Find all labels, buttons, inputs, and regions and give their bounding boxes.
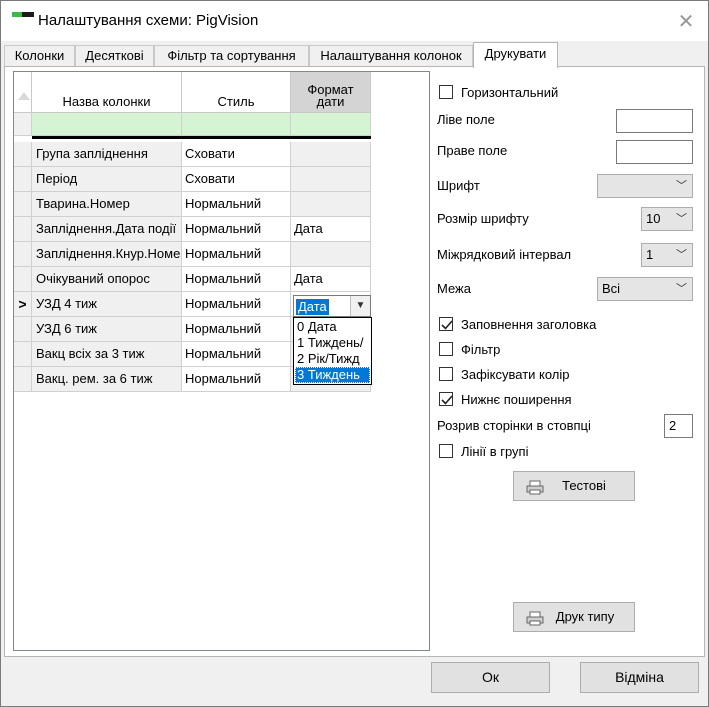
header-style[interactable]: Стиль [182,72,291,113]
chevron-down-icon: ﹀ [676,283,687,295]
border-label: Межа [437,281,471,296]
header-date-format[interactable]: Формат дати [291,72,371,113]
dropdown-option-selected[interactable]: 3 Тиждень [295,367,370,383]
filter-checkbox[interactable] [439,342,453,356]
chevron-down-icon: ﹀ [676,249,687,261]
print-tab-page: Назва колонки Стиль Формат дати Група зап… [4,66,705,657]
horizontal-checkbox[interactable] [439,85,453,99]
close-icon[interactable]: ✕ [674,10,698,34]
font-select[interactable]: ﹀ [597,174,693,198]
window-title: Налаштування схеми: PigVision [38,12,259,29]
line-spacing-select[interactable]: 1 ﹀ [641,243,693,267]
left-margin-input[interactable] [616,109,693,133]
tab-columns[interactable]: Колонки [4,45,75,67]
font-size-label: Розмір шрифту [437,211,529,226]
fix-color-label: Зафіксувати колір [461,367,570,382]
tab-print[interactable]: Друкувати [473,42,558,68]
row-header-corner [14,72,32,113]
right-margin-label: Праве поле [437,143,508,158]
border-select[interactable]: Всі ﹀ [597,277,693,301]
font-label: Шрифт [437,178,480,193]
dropdown-option[interactable]: 1 Тиждень/ [295,335,370,351]
current-row-arrow-icon: > [14,292,32,317]
chevron-down-icon[interactable]: ▼ [350,296,370,316]
cancel-button[interactable]: Відміна [580,662,699,693]
fix-color-checkbox[interactable] [439,367,453,381]
date-format-dropdown[interactable]: 0 Дата 1 Тиждень/ 2 Рік/Тижд 3 Тиждень [293,317,372,385]
date-format-editor[interactable]: Дата ▼ [293,295,371,317]
group-lines-label: Лінії в групі [461,444,529,459]
app-icon [12,12,34,24]
page-break-label: Розрив сторінки в стовпці [437,418,591,433]
bottom-spread-label: Нижнє поширення [461,392,572,407]
settings-dialog: Налаштування схеми: PigVision ✕ Колонки … [0,0,709,707]
print-type-button[interactable]: Друк типу [513,602,635,632]
test-button[interactable]: Тестові [513,471,635,501]
grid-separator [32,136,371,139]
group-lines-checkbox[interactable] [439,444,453,458]
printer-icon [526,480,544,495]
fill-header-label: Заповнення заголовка [461,317,597,332]
title-bar: Налаштування схеми: PigVision ✕ [1,1,708,41]
chevron-down-icon: ﹀ [676,180,687,192]
checkmark-icon [441,395,453,405]
bottom-spread-checkbox[interactable] [439,392,453,406]
filter-label: Фільтр [461,342,501,357]
left-margin-label: Ліве поле [437,112,495,127]
tab-filter-sort[interactable]: Фільтр та сортування [154,45,309,67]
fill-header-checkbox[interactable] [439,317,453,331]
dropdown-option[interactable]: 2 Рік/Тижд [295,351,370,367]
font-size-select[interactable]: 10 ﹀ [641,207,693,231]
checkmark-icon [441,320,453,330]
printer-icon [526,611,544,626]
ok-button[interactable]: Ок [431,662,550,693]
line-spacing-label: Міжрядковий інтервал [437,247,572,262]
page-break-input[interactable]: 2 [664,414,693,438]
right-margin-input[interactable] [616,140,693,164]
tab-decimals[interactable]: Десяткові [75,45,154,67]
chevron-down-icon: ﹀ [676,213,687,225]
header-column-name[interactable]: Назва колонки [32,72,182,113]
tab-column-settings[interactable]: Налаштування колонок [309,45,473,67]
dropdown-option[interactable]: 0 Дата [295,319,370,335]
horizontal-label: Горизонтальний [461,85,559,100]
editor-value[interactable]: Дата [296,299,329,315]
columns-grid[interactable]: Назва колонки Стиль Формат дати Група зап… [13,71,430,651]
sort-arrow-icon [18,92,30,100]
